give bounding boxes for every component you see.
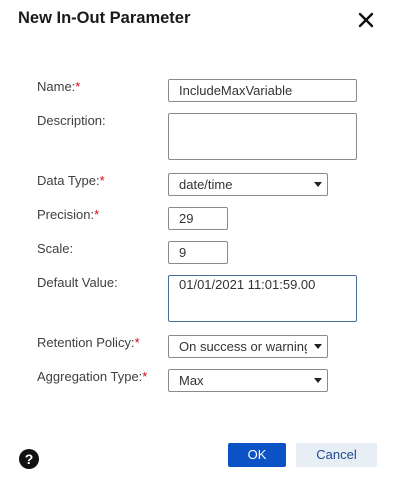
scale-label: Scale: (37, 241, 74, 256)
data-type-label: Data Type:* (37, 173, 105, 188)
help-icon[interactable]: ? (19, 449, 39, 469)
name-label: Name:* (37, 79, 81, 94)
default-value-textarea[interactable]: 01/01/2021 11:01:59.00 (168, 275, 357, 322)
description-textarea[interactable] (168, 113, 357, 160)
data-type-value: date/time (179, 177, 233, 192)
data-type-select[interactable]: date/time (168, 173, 328, 196)
scale-input[interactable]: 9 (168, 241, 228, 264)
ok-button[interactable]: OK (228, 443, 286, 467)
default-value-label: Default Value: (37, 275, 118, 290)
chevron-down-icon (314, 378, 322, 383)
aggregation-type-value: Max (179, 373, 204, 388)
retention-policy-label: Retention Policy:* (37, 335, 140, 350)
description-label: Description: (37, 113, 106, 128)
dialog-title: New In-Out Parameter (18, 9, 191, 27)
aggregation-type-select[interactable]: Max (168, 369, 328, 392)
retention-policy-select[interactable]: On success or warning (168, 335, 328, 358)
precision-input[interactable]: 29 (168, 207, 228, 230)
close-icon[interactable] (354, 8, 378, 32)
precision-label: Precision:* (37, 207, 100, 222)
retention-policy-value: On success or warning (179, 339, 307, 354)
chevron-down-icon (314, 344, 322, 349)
chevron-down-icon (314, 182, 322, 187)
name-input[interactable]: IncludeMaxVariable (168, 79, 357, 102)
aggregation-type-label: Aggregation Type:* (37, 369, 148, 384)
cancel-button[interactable]: Cancel (296, 443, 377, 467)
